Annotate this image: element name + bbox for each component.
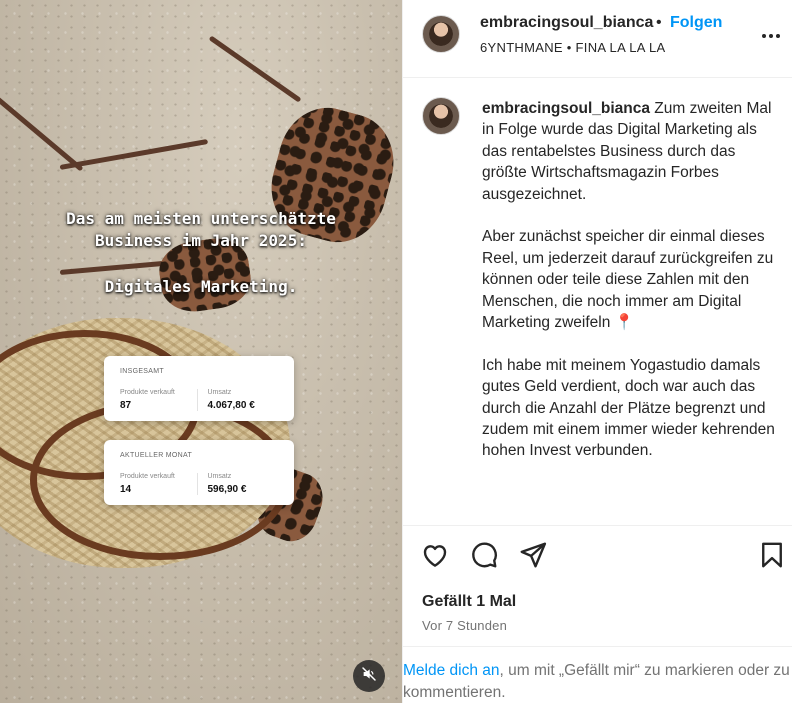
actions-section: Gefällt 1 Mal Vor 7 Stunden Melde dich a… [403, 525, 792, 703]
caption-paragraph: Ich habe mit meinem Yogastudio damals gu… [482, 356, 775, 460]
caption-text: embracingsoul_bianca Zum zweiten Mal in … [482, 98, 777, 483]
audio-track-link[interactable]: 6YNTHMANE • FINA LA LA LA [480, 40, 665, 55]
reel-media[interactable]: Das am meisten unterschätzte Business im… [0, 0, 402, 703]
login-link[interactable]: Melde dich an [403, 662, 500, 679]
stats-card-header: AKTUELLER MONAT [120, 452, 193, 459]
post-timestamp: Vor 7 Stunden [422, 618, 507, 633]
post-header: embracingsoul_bianca • Folgen 6YNTHMANE … [403, 0, 792, 78]
paper-plane-icon[interactable] [518, 540, 548, 570]
post-details-panel: embracingsoul_bianca • Folgen 6YNTHMANE … [402, 0, 792, 703]
avatar[interactable] [422, 97, 460, 135]
mute-button[interactable] [353, 660, 385, 692]
bookmark-icon[interactable] [757, 540, 787, 570]
stat-value: 596,90 € [207, 484, 247, 495]
header-separator: • [656, 14, 662, 31]
stat-label: Produkte verkauft [120, 473, 175, 480]
follow-button[interactable]: Folgen [670, 14, 722, 32]
overlay-text-line: Business im Jahr 2025: [95, 231, 307, 250]
caption-username[interactable]: embracingsoul_bianca [482, 100, 650, 117]
more-dots-icon[interactable] [759, 24, 783, 48]
comment-icon[interactable] [469, 540, 499, 570]
heart-icon[interactable] [420, 540, 450, 570]
caption-paragraph: Aber zunächst speicher dir einmal dieses… [482, 228, 774, 332]
stats-card-month: AKTUELLER MONAT Produkte verkauft 14 Ums… [104, 440, 294, 505]
stat-value: 14 [120, 484, 132, 495]
stats-card-total: INSGESAMT Produkte verkauft 87 Umsatz 4.… [104, 356, 294, 421]
login-prompt: Melde dich an, um mit „Gefällt mir“ zu m… [403, 646, 792, 703]
stat-value: 4.067,80 € [207, 400, 255, 411]
likes-count[interactable]: Gefällt 1 Mal [422, 593, 516, 611]
stat-label: Umsatz [207, 389, 232, 396]
overlay-text-line: Das am meisten unterschätzte [66, 209, 336, 228]
speaker-muted-icon [361, 666, 377, 687]
stat-label: Produkte verkauft [120, 389, 175, 396]
stats-card-header: INSGESAMT [120, 368, 164, 375]
avatar[interactable] [422, 15, 460, 53]
stat-label: Umsatz [207, 473, 232, 480]
caption-area[interactable]: embracingsoul_bianca Zum zweiten Mal in … [403, 79, 792, 525]
stat-value: 87 [120, 400, 132, 411]
header-username[interactable]: embracingsoul_bianca [480, 14, 653, 32]
overlay-text-line: Digitales Marketing. [104, 277, 298, 296]
